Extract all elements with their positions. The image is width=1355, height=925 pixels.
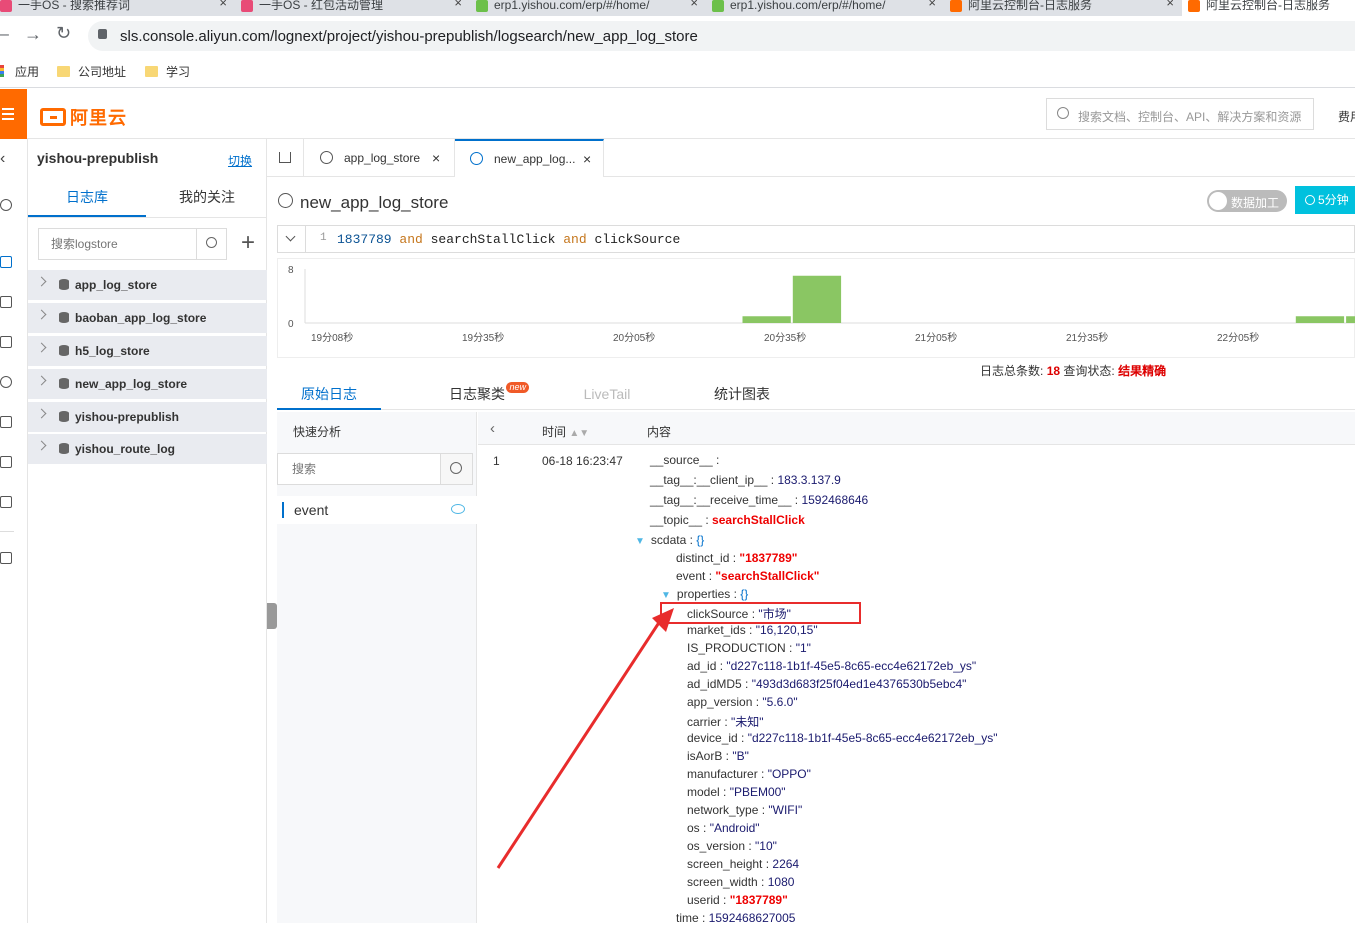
annotation-arrow-layer <box>496 608 674 869</box>
annotation-arrow <box>496 617 664 869</box>
